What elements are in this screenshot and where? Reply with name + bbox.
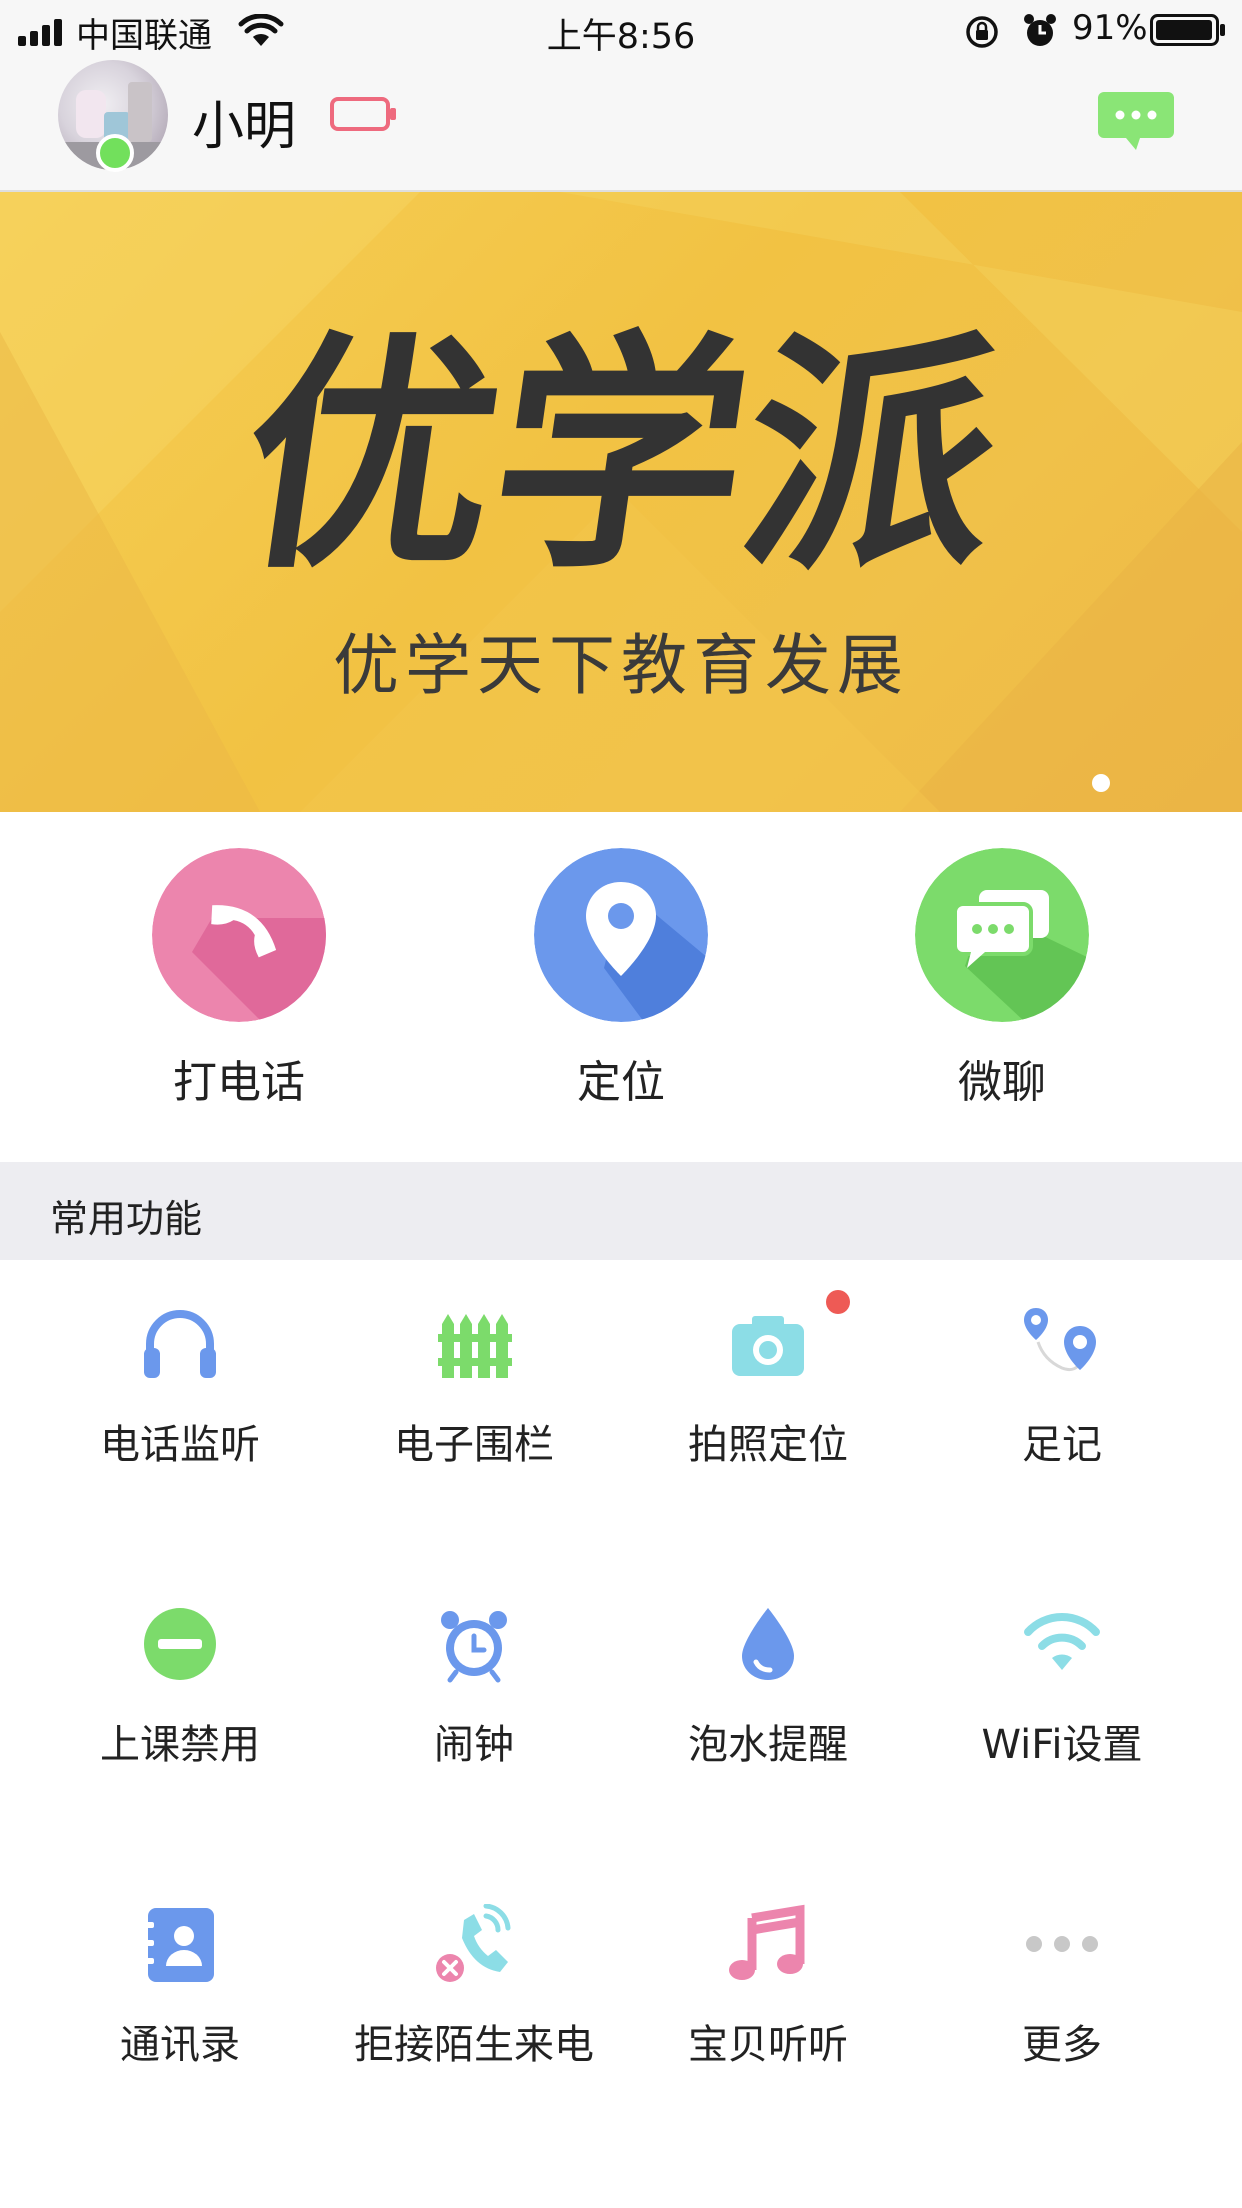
camera-icon <box>728 1304 808 1384</box>
feature-label: 更多 <box>1022 2022 1102 2068</box>
call-button[interactable]: 打电话 <box>119 848 359 1128</box>
app-header: 小明 <box>0 60 1242 192</box>
user-name[interactable]: 小明 <box>192 84 296 159</box>
feature-class-disable[interactable]: 上课禁用 <box>33 1560 327 1800</box>
feature-reject-strangers[interactable]: 拒接陌生来电 <box>327 1860 621 2100</box>
wechat-button[interactable]: 微聊 <box>882 848 1122 1128</box>
water-drop-icon <box>728 1604 808 1684</box>
chat-bubble-icon[interactable] <box>1096 90 1176 154</box>
headphones-icon <box>140 1304 220 1384</box>
section-header: 常用功能 <box>0 1162 1242 1260</box>
feature-more[interactable]: 更多 <box>915 1860 1209 2100</box>
battery-icon <box>1150 14 1225 46</box>
feature-label: 上课禁用 <box>100 1722 260 1768</box>
feature-geofence[interactable]: 电子围栏 <box>327 1260 621 1500</box>
contacts-icon <box>140 1904 220 1984</box>
feature-label: 通讯录 <box>120 2022 240 2068</box>
feature-label: 拍照定位 <box>688 1422 848 1468</box>
more-icon <box>1022 1904 1102 1984</box>
wechat-label: 微聊 <box>958 1057 1046 1108</box>
disable-icon <box>140 1604 220 1684</box>
feature-footprints[interactable]: 足记 <box>915 1260 1209 1500</box>
feature-water-reminder[interactable]: 泡水提醒 <box>621 1560 915 1800</box>
banner-page-indicator[interactable] <box>1092 774 1110 792</box>
feature-alarm[interactable]: 闹钟 <box>327 1560 621 1800</box>
music-note-icon <box>728 1904 808 1984</box>
fence-icon <box>434 1304 514 1384</box>
alarm-status-icon <box>1024 14 1056 46</box>
footprint-route-icon <box>1022 1304 1102 1384</box>
online-status-dot <box>96 134 134 172</box>
notification-badge <box>826 1290 850 1314</box>
section-title: 常用功能 <box>50 1197 203 1241</box>
feature-grid: 电话监听 电子围栏 拍照定位 足记 上课禁用 闹钟 泡水提醒 WiFi设置 通讯… <box>0 1260 1242 2208</box>
feature-label: 宝贝听听 <box>688 2022 848 2068</box>
location-pin-icon <box>534 848 708 1022</box>
locate-button[interactable]: 定位 <box>501 848 741 1128</box>
call-label: 打电话 <box>173 1057 305 1108</box>
banner-title: 优学派 <box>225 311 1017 602</box>
feature-label: 电子围栏 <box>394 1422 554 1468</box>
status-bar: 中国联通 上午8:56 91% <box>0 0 1242 60</box>
feature-contacts[interactable]: 通讯录 <box>33 1860 327 2100</box>
phone-icon <box>152 848 326 1022</box>
rotation-lock-icon <box>966 16 998 48</box>
chat-icon <box>915 848 1089 1022</box>
feature-baby-listen[interactable]: 宝贝听听 <box>621 1860 915 2100</box>
locate-label: 定位 <box>577 1057 665 1108</box>
low-battery-icon <box>330 97 396 131</box>
reject-call-icon <box>434 1903 514 1984</box>
feature-phone-monitor[interactable]: 电话监听 <box>33 1260 327 1500</box>
feature-label: WiFi设置 <box>981 1722 1143 1768</box>
feature-label: 电话监听 <box>100 1422 260 1468</box>
alarm-clock-icon <box>434 1604 514 1684</box>
promo-banner[interactable]: 优学派 优学天下教育发展 <box>0 192 1242 812</box>
battery-percent: 91% <box>1072 8 1148 48</box>
feature-label: 泡水提醒 <box>688 1722 848 1768</box>
feature-photo-locate[interactable]: 拍照定位 <box>621 1260 915 1500</box>
feature-label: 拒接陌生来电 <box>354 2022 594 2068</box>
wifi-icon <box>1022 1604 1102 1684</box>
feature-label: 闹钟 <box>434 1722 514 1768</box>
banner-subtitle: 优学天下教育发展 <box>333 627 909 704</box>
quick-actions: 打电话 定位 微聊 <box>0 812 1242 1162</box>
feature-wifi-settings[interactable]: WiFi设置 <box>915 1560 1209 1800</box>
feature-label: 足记 <box>1022 1422 1102 1468</box>
